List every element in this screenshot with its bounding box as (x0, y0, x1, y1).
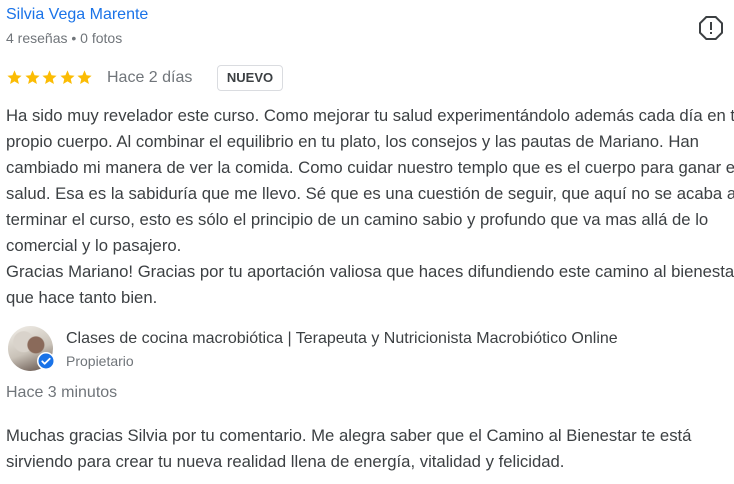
star-icon (24, 70, 40, 85)
reply-text: Muchas gracias Silvia por tu comentario.… (6, 426, 692, 471)
review-paragraph: Gracias Mariano! Gracias por tu aportaci… (6, 262, 734, 307)
reply-date: Hace 3 minutos (6, 384, 118, 401)
star-icon (42, 70, 57, 85)
star-rating (6, 69, 94, 87)
owner-name[interactable]: Clases de cocina macrobiótica | Terapeut… (66, 330, 618, 348)
reviewer-meta: 4 reseñas • 0 fotos (6, 30, 123, 46)
review-date: Hace 2 días (107, 69, 193, 86)
verified-check-icon (37, 352, 55, 370)
star-icon (59, 70, 75, 85)
report-icon (699, 16, 723, 40)
review-paragraph: Ha sido muy revelador este curso. Como m… (6, 106, 734, 255)
star-icon (7, 70, 22, 85)
new-badge: NUEVO (217, 65, 283, 91)
review-text: Ha sido muy revelador este curso. Como m… (6, 103, 734, 311)
star-icon (77, 70, 92, 85)
report-review-button[interactable] (698, 15, 724, 41)
owner-role: Propietario (66, 353, 134, 369)
reviewer-name[interactable]: Silvia Vega Marente (6, 6, 148, 24)
